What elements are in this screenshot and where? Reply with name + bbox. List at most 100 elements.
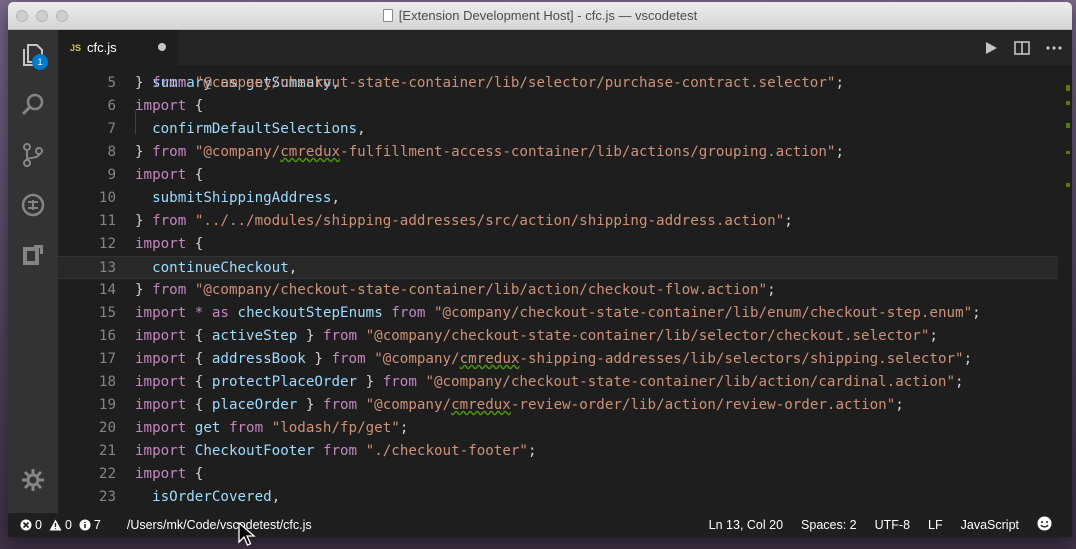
line-number: 11 <box>98 213 116 229</box>
code-token: -shipping-addresses/lib/selectors/shippi… <box>519 351 964 367</box>
code-token: "@company/checkout-state-container/lib/a… <box>425 374 956 390</box>
activity-source-control[interactable] <box>8 130 58 180</box>
line-number: 20 <box>98 420 116 436</box>
close-window-button[interactable] <box>16 10 28 22</box>
split-editor-icon[interactable] <box>1014 40 1030 55</box>
tab-cfc-js[interactable]: JS cfc.js <box>58 30 178 65</box>
minimap[interactable] <box>1060 65 1072 513</box>
code-line[interactable]: 6 import { <box>58 95 1058 118</box>
code-line[interactable]: 20 import get from "lodash/fp/get"; <box>58 417 1058 440</box>
partial-top-line: summary as getSummary, <box>58 65 1058 91</box>
code-line[interactable]: 15 import * as checkoutStepEnums from "@c… <box>58 302 1058 325</box>
line-number: 5 <box>107 75 116 91</box>
code-line[interactable]: 11} from "../../modules/shipping-address… <box>58 210 1058 233</box>
warning-count: 0 <box>64 518 72 532</box>
line-number: 17 <box>98 351 116 367</box>
minimize-window-button[interactable] <box>36 10 48 22</box>
code-token: import <box>135 443 187 459</box>
code-text: } from "@company/cmredux-fulfillment-acc… <box>135 141 844 164</box>
code-token: { <box>186 397 212 413</box>
code-line[interactable]: 23 isOrderCovered, <box>58 486 1058 509</box>
code-line[interactable]: 16 import { activeStep } from "@company/c… <box>58 325 1058 348</box>
code-token: confirmDefaultSelections <box>152 121 358 137</box>
code-line[interactable]: 13 continueCheckout, <box>58 256 1058 279</box>
more-icon[interactable] <box>1046 45 1062 50</box>
mouse-pointer-icon <box>238 522 256 546</box>
activity-explorer[interactable]: 1 <box>8 30 58 80</box>
code-token: , <box>271 489 281 505</box>
tab-bar: JS cfc.js <box>58 30 1072 65</box>
debug-icon <box>21 193 45 217</box>
code-line[interactable]: 10 submitShippingAddress, <box>58 187 1058 210</box>
minimap-change-marker <box>1066 85 1070 91</box>
code-token: , <box>331 190 341 206</box>
code-token: import <box>135 236 187 252</box>
window-controls <box>16 10 68 22</box>
eol-setting[interactable]: LF <box>928 518 943 532</box>
activity-search[interactable] <box>8 80 58 130</box>
code-line[interactable]: 18 import { protectPlaceOrder } from "@co… <box>58 371 1058 394</box>
activity-extensions[interactable] <box>8 230 58 280</box>
status-bar: 0 0 7 /Users/mk/Code/vscodetest/cfc.js L… <box>8 513 1072 537</box>
minimap-change-marker <box>1066 151 1070 154</box>
run-icon[interactable] <box>984 41 998 55</box>
code-token: ; <box>963 351 973 367</box>
code-token: from <box>152 282 187 298</box>
code-line[interactable]: 21 import CheckoutFooter from "./checkout… <box>58 440 1058 463</box>
code-token: { <box>186 466 204 482</box>
file-path[interactable]: /Users/mk/Code/vscodetest/cfc.js <box>127 518 312 532</box>
code-token: as <box>211 305 229 321</box>
code-text: import CheckoutFooter from "./checkout-f… <box>135 440 537 463</box>
activity-settings[interactable] <box>8 455 58 505</box>
code-token: from <box>391 305 426 321</box>
code-line[interactable]: 9 import { <box>58 164 1058 187</box>
code-token: from <box>152 144 187 160</box>
problems-indicator[interactable]: 0 0 7 <box>20 518 101 532</box>
unsaved-dot-icon[interactable] <box>158 43 166 51</box>
code-editor[interactable]: summary as getSummary, 5} from "@company… <box>58 65 1072 513</box>
code-token: { <box>186 328 212 344</box>
code-token: from <box>322 443 358 459</box>
gear-icon <box>22 469 44 491</box>
maximize-window-button[interactable] <box>56 10 68 22</box>
smiley-icon[interactable] <box>1037 516 1052 534</box>
code-token: from <box>331 351 366 367</box>
code-token: } <box>135 75 153 91</box>
code-token: { <box>186 98 204 114</box>
code-line[interactable]: 5} from "@company/checkout-state-contain… <box>58 72 1058 95</box>
code-line[interactable]: 8} from "@company/cmredux-fulfillment-ac… <box>58 141 1058 164</box>
code-token: from <box>152 75 187 91</box>
code-line[interactable]: 12 import { <box>58 233 1058 256</box>
info-count: 7 <box>93 518 101 532</box>
cursor-position[interactable]: Ln 13, Col 20 <box>709 518 783 532</box>
line-number: 9 <box>107 167 116 183</box>
code-line[interactable]: 17 import { addressBook } from "@company/… <box>58 348 1058 371</box>
code-token: ; <box>767 282 776 298</box>
code-token: { <box>186 236 204 252</box>
code-line[interactable]: 7 confirmDefaultSelections, <box>58 118 1058 141</box>
code-text: import { <box>135 233 203 256</box>
code-token: from <box>322 328 358 344</box>
code-line[interactable]: 22 import { <box>58 463 1058 486</box>
error-count: 0 <box>35 518 42 532</box>
activity-debug[interactable] <box>8 180 58 230</box>
line-number: 22 <box>98 466 116 482</box>
line-number: 7 <box>107 121 116 137</box>
warning-icon <box>49 519 62 531</box>
line-number: 10 <box>98 190 116 206</box>
language-mode[interactable]: JavaScript <box>961 518 1019 532</box>
code-line[interactable]: 14} from "@company/checkout-state-contai… <box>58 279 1058 302</box>
encoding-setting[interactable]: UTF-8 <box>875 518 910 532</box>
code-token: ; <box>399 420 409 436</box>
code-text: import { protectPlaceOrder } from "@comp… <box>135 371 964 394</box>
indentation-setting[interactable]: Spaces: 2 <box>801 518 857 532</box>
code-token: } <box>135 144 153 160</box>
code-line[interactable]: 19 import { placeOrder } from "@company/c… <box>58 394 1058 417</box>
code-token: } <box>297 397 323 413</box>
code-token: } <box>135 213 153 229</box>
